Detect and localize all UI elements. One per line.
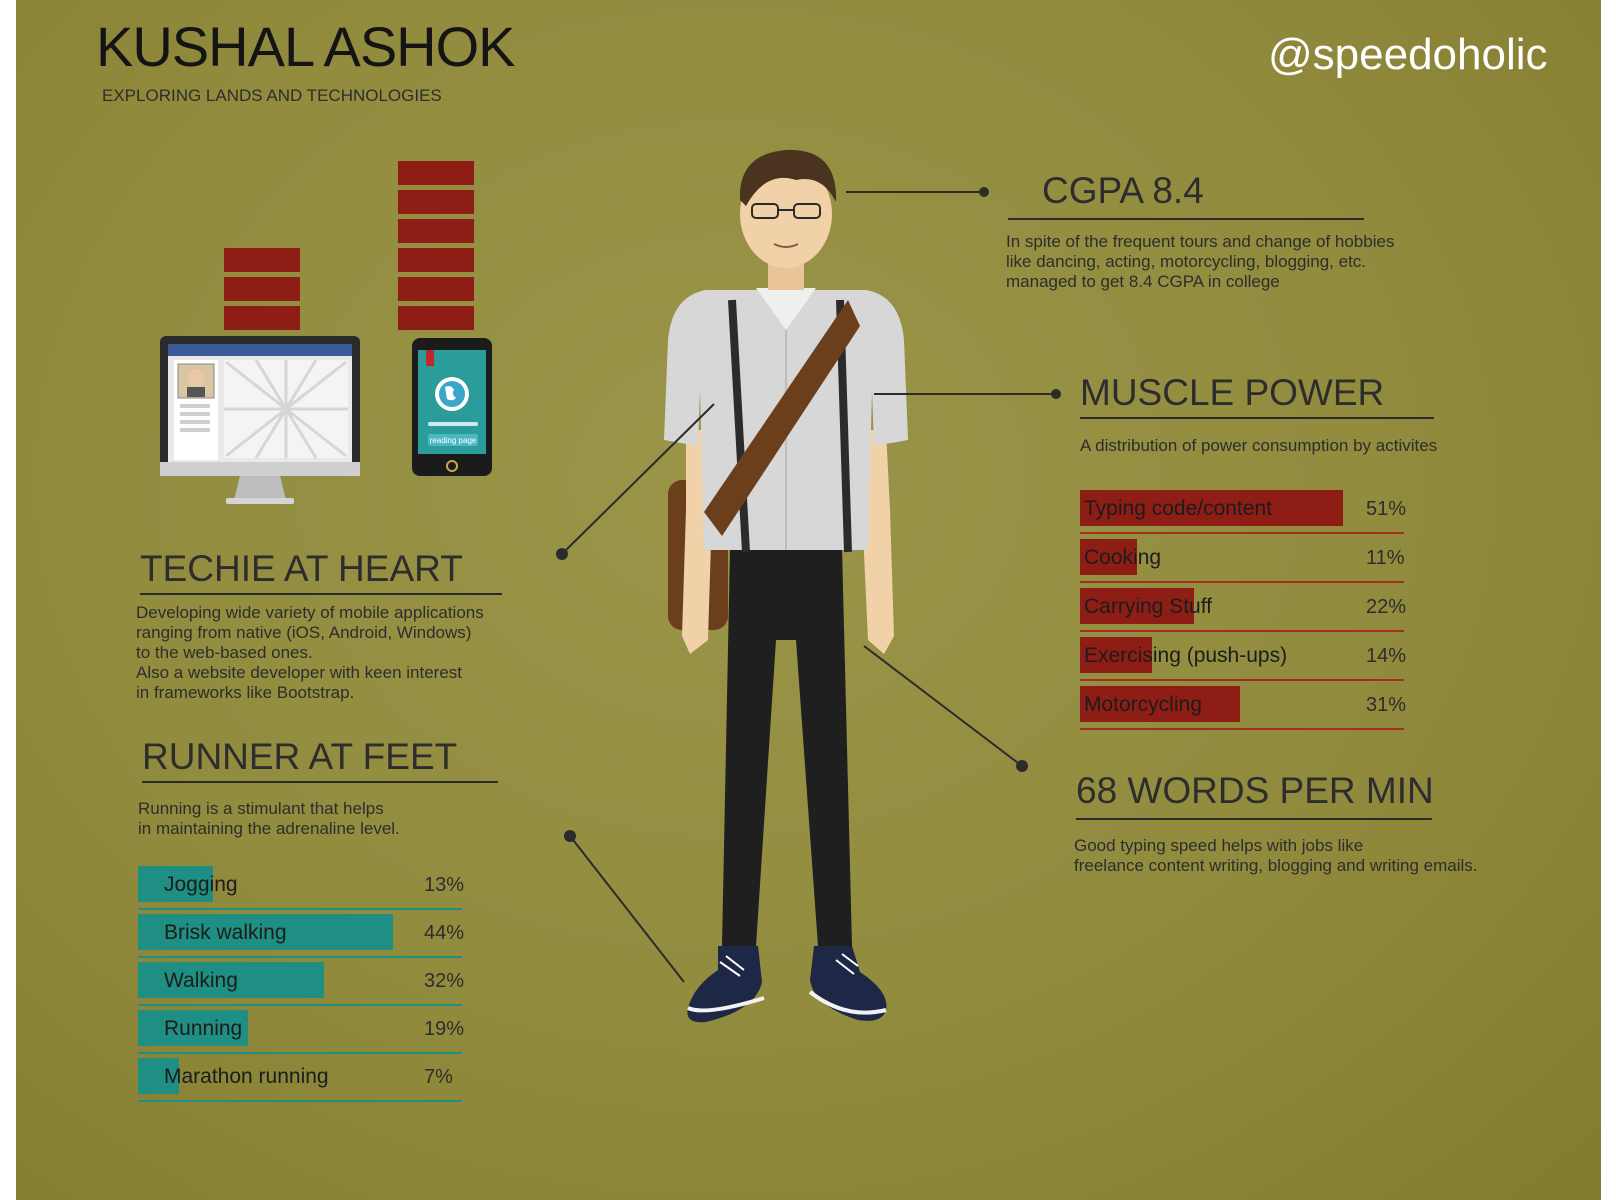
bar-separator bbox=[1080, 679, 1404, 681]
bar-row: Motorcycling 31% bbox=[1080, 686, 1420, 730]
bar-label: Cooking bbox=[1084, 546, 1162, 569]
typing-line: Good typing speed helps with jobs like bbox=[1074, 836, 1364, 855]
muscle-divider bbox=[1080, 417, 1434, 419]
bar-value-label: 22% bbox=[1366, 596, 1407, 618]
cgpa-divider bbox=[1008, 218, 1364, 220]
typing-line: freelance content writing, blogging and … bbox=[1074, 856, 1478, 875]
bar-separator bbox=[1080, 532, 1404, 534]
muscle-power-chart: Typing code/content 51% Cooking 11% Carrying… bbox=[1080, 490, 1420, 730]
bar-separator bbox=[1080, 630, 1404, 632]
infographic-canvas: KUSHAL ASHOK EXPLORING LANDS AND TECHNOL… bbox=[16, 0, 1601, 1200]
bar-value-label: 11% bbox=[1366, 547, 1405, 569]
bar-row: Typing code/content 51% bbox=[1080, 490, 1420, 534]
bar-value-label: 14% bbox=[1366, 645, 1407, 667]
bar-label: Motorcycling bbox=[1084, 693, 1202, 716]
muscle-subtitle: A distribution of power consumption by a… bbox=[1080, 436, 1438, 455]
bar-separator bbox=[1080, 581, 1404, 583]
cgpa-line: In spite of the frequent tours and chang… bbox=[1006, 232, 1395, 251]
bar-row: Carrying Stuff 22% bbox=[1080, 588, 1420, 632]
bar-label: Typing code/content bbox=[1084, 497, 1272, 520]
bar-label: Exercising (push-ups) bbox=[1084, 644, 1288, 667]
bar-row: Cooking 11% bbox=[1080, 539, 1420, 583]
cgpa-line: managed to get 8.4 CGPA in college bbox=[1006, 272, 1280, 291]
typing-description: Good typing speed helps with jobs like f… bbox=[1074, 836, 1478, 876]
bar-separator bbox=[1080, 728, 1404, 730]
cgpa-description: In spite of the frequent tours and chang… bbox=[1006, 232, 1394, 292]
bar-value-label: 51% bbox=[1366, 498, 1407, 520]
typing-divider bbox=[1076, 818, 1432, 820]
bar-value-label: 31% bbox=[1366, 694, 1407, 716]
bar-row: Exercising (push-ups) 14% bbox=[1080, 637, 1420, 681]
cgpa-line: like dancing, acting, motorcycling, blog… bbox=[1006, 252, 1367, 271]
muscle-heading: MUSCLE POWER bbox=[1080, 372, 1385, 413]
cgpa-heading: CGPA 8.4 bbox=[1042, 170, 1204, 211]
typing-heading: 68 WORDS PER MIN bbox=[1076, 770, 1434, 811]
bar-label: Carrying Stuff bbox=[1084, 595, 1212, 618]
